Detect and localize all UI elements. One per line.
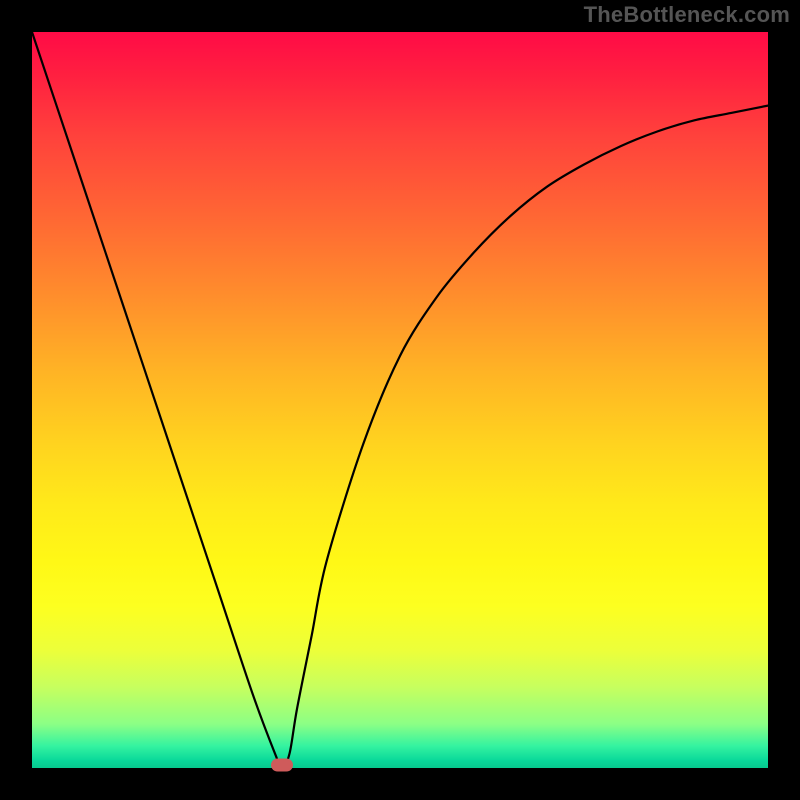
- minimum-marker: [271, 759, 293, 772]
- bottleneck-curve: [32, 32, 768, 768]
- plot-area: [32, 32, 768, 768]
- chart-frame: TheBottleneck.com: [0, 0, 800, 800]
- attribution-text: TheBottleneck.com: [584, 2, 790, 28]
